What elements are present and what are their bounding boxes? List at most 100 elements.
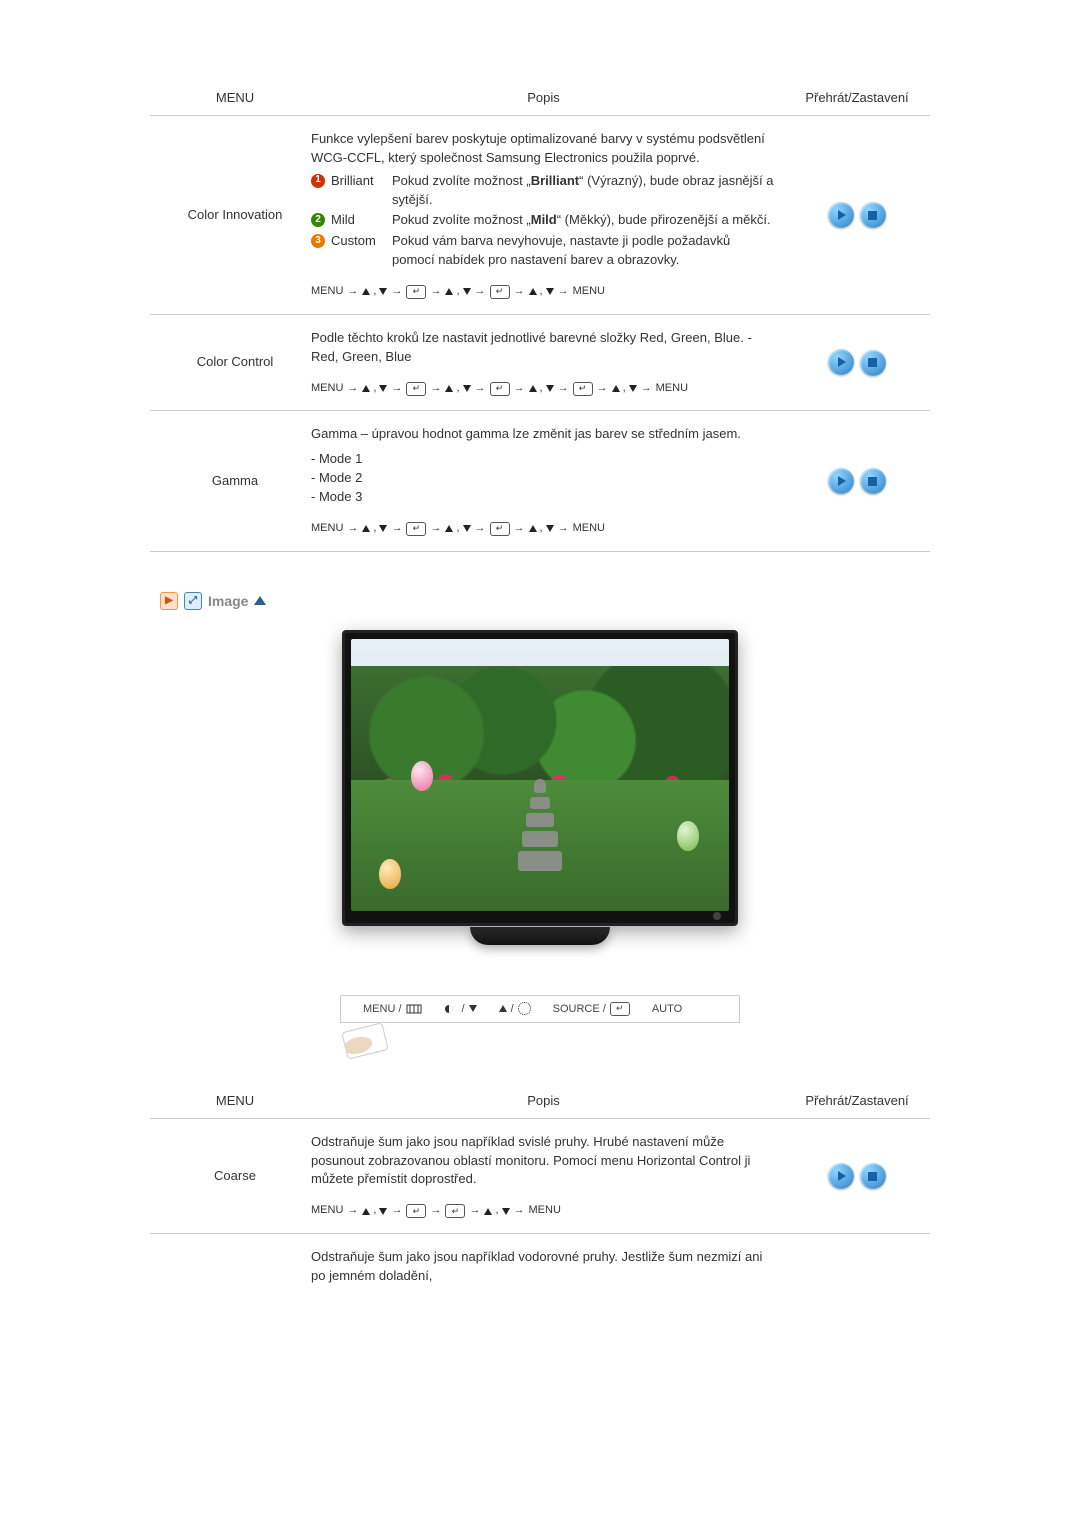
brightness-icon bbox=[518, 1002, 531, 1015]
play-box-icon: ▶ bbox=[160, 592, 178, 610]
option-mild-text: Pokud zvolíte možnost „Mild“ (Měkký), bu… bbox=[392, 211, 776, 230]
nav-sequence-coarse: MENU → , → → → , → MENU bbox=[311, 1203, 776, 1219]
up-icon bbox=[529, 288, 537, 295]
up-icon bbox=[362, 288, 370, 295]
stop-button[interactable] bbox=[860, 468, 886, 494]
col-header-popis: Popis bbox=[303, 80, 784, 116]
monitor-illustration: MENU / / / SOURCE / AUTO bbox=[150, 630, 930, 1055]
down-icon bbox=[546, 385, 554, 392]
down-icon bbox=[379, 525, 387, 532]
col-header-popis-2: Popis bbox=[303, 1083, 784, 1119]
up-icon bbox=[362, 385, 370, 392]
expand-box-icon: ⤢ bbox=[184, 592, 202, 610]
row-fine-partial: Odstraňuje šum jako jsou například vodor… bbox=[150, 1234, 930, 1300]
fine-partial-text: Odstraňuje šum jako jsou například vodor… bbox=[311, 1248, 776, 1286]
menu-icon bbox=[406, 1004, 422, 1014]
enter-icon bbox=[573, 382, 593, 396]
play-button[interactable] bbox=[828, 349, 854, 375]
option-brilliant-name: Brilliant bbox=[331, 172, 386, 191]
up-icon bbox=[529, 385, 537, 392]
bullet-2-icon: 2 bbox=[311, 213, 325, 227]
option-custom-text: Pokud vám barva nevyhovuje, nastavte ji … bbox=[392, 232, 776, 270]
down-icon bbox=[546, 288, 554, 295]
menu-label-gamma: Gamma bbox=[150, 411, 303, 551]
btn-up-brightness: / bbox=[499, 1002, 531, 1015]
color-control-text: Podle těchto kroků lze nastavit jednotli… bbox=[311, 329, 776, 367]
up-icon bbox=[445, 288, 453, 295]
osd-table-1: MENU Popis Přehrát/Zastavení Color Innov… bbox=[150, 80, 930, 552]
monitor-screen bbox=[342, 630, 738, 926]
enter-icon bbox=[610, 1002, 630, 1016]
enter-icon bbox=[406, 285, 426, 299]
menu-label-color-innovation: Color Innovation bbox=[150, 116, 303, 315]
menu-label-coarse: Coarse bbox=[150, 1118, 303, 1233]
up-icon bbox=[362, 525, 370, 532]
col-header-play: Přehrát/Zastavení bbox=[784, 80, 930, 116]
down-icon bbox=[629, 385, 637, 392]
up-icon bbox=[499, 1005, 507, 1012]
nav-sequence-gamma: MENU → , → → , → → , → bbox=[311, 521, 776, 537]
down-icon bbox=[463, 385, 471, 392]
coarse-text: Odstraňuje šum jako jsou například svisl… bbox=[311, 1133, 776, 1190]
row-coarse: Coarse Odstraňuje šum jako jsou napříkla… bbox=[150, 1118, 930, 1233]
nav-sequence-color-innovation: MENU → , → → , → → , bbox=[311, 284, 776, 300]
btn-menu: MENU / bbox=[363, 1003, 422, 1015]
btn-source: SOURCE / bbox=[553, 1002, 630, 1016]
down-icon bbox=[546, 525, 554, 532]
nav-sequence-color-control: MENU → , → → , → → , → bbox=[311, 381, 776, 397]
up-icon bbox=[445, 385, 453, 392]
control-button-bar: MENU / / / SOURCE / AUTO bbox=[340, 995, 740, 1023]
up-icon bbox=[445, 525, 453, 532]
contrast-icon bbox=[444, 1004, 458, 1014]
gamma-text: Gamma – úpravou hodnot gamma lze změnit … bbox=[311, 425, 776, 444]
option-brilliant: 1 Brilliant Pokud zvolíte možnost „Brill… bbox=[311, 172, 776, 210]
down-icon bbox=[469, 1005, 477, 1012]
hand-icon bbox=[341, 1022, 389, 1059]
down-icon bbox=[379, 1208, 387, 1215]
btn-auto: AUTO bbox=[652, 1003, 682, 1015]
up-icon bbox=[484, 1208, 492, 1215]
enter-icon bbox=[490, 522, 510, 536]
up-icon bbox=[612, 385, 620, 392]
enter-icon bbox=[445, 1204, 465, 1218]
col-header-menu-2: MENU bbox=[150, 1083, 303, 1119]
down-icon bbox=[463, 288, 471, 295]
row-color-innovation: Color Innovation Funkce vylepšení barev … bbox=[150, 116, 930, 315]
col-header-menu: MENU bbox=[150, 80, 303, 116]
section-heading-image: ▶ ⤢ Image bbox=[160, 592, 930, 610]
option-custom-name: Custom bbox=[331, 232, 386, 251]
play-button[interactable] bbox=[828, 468, 854, 494]
bullet-1-icon: 1 bbox=[311, 174, 325, 188]
stop-button[interactable] bbox=[860, 350, 886, 376]
down-icon bbox=[502, 1208, 510, 1215]
option-mild: 2 Mild Pokud zvolíte možnost „Mild“ (Měk… bbox=[311, 211, 776, 230]
play-button[interactable] bbox=[828, 202, 854, 228]
down-icon bbox=[463, 525, 471, 532]
enter-icon bbox=[490, 285, 510, 299]
osd-table-2: MENU Popis Přehrát/Zastavení Coarse Odst… bbox=[150, 1083, 930, 1300]
gamma-modes: - Mode 1 - Mode 2 - Mode 3 bbox=[311, 450, 776, 507]
up-icon bbox=[529, 525, 537, 532]
stop-button[interactable] bbox=[860, 202, 886, 228]
option-brilliant-text: Pokud zvolíte možnost „Brilliant“ (Výraz… bbox=[392, 172, 776, 210]
menu-label-color-control: Color Control bbox=[150, 314, 303, 411]
row-gamma: Gamma Gamma – úpravou hodnot gamma lze z… bbox=[150, 411, 930, 551]
row-color-control: Color Control Podle těchto kroků lze nas… bbox=[150, 314, 930, 411]
monitor-power-icon bbox=[713, 912, 721, 920]
bullet-3-icon: 3 bbox=[311, 234, 325, 248]
up-icon bbox=[362, 1208, 370, 1215]
enter-icon bbox=[490, 382, 510, 396]
enter-icon bbox=[406, 522, 426, 536]
section-title-text: Image bbox=[208, 593, 248, 609]
btn-updown-contrast: / bbox=[444, 1003, 477, 1015]
col-header-play-2: Přehrát/Zastavení bbox=[784, 1083, 930, 1119]
enter-icon bbox=[406, 382, 426, 396]
play-button[interactable] bbox=[828, 1163, 854, 1189]
option-custom: 3 Custom Pokud vám barva nevyhovuje, nas… bbox=[311, 232, 776, 270]
option-mild-name: Mild bbox=[331, 211, 386, 230]
collapse-up-icon bbox=[254, 596, 266, 605]
enter-icon bbox=[406, 1204, 426, 1218]
stop-button[interactable] bbox=[860, 1163, 886, 1189]
down-icon bbox=[379, 385, 387, 392]
color-innovation-intro: Funkce vylepšení barev poskytuje optimal… bbox=[311, 130, 776, 168]
